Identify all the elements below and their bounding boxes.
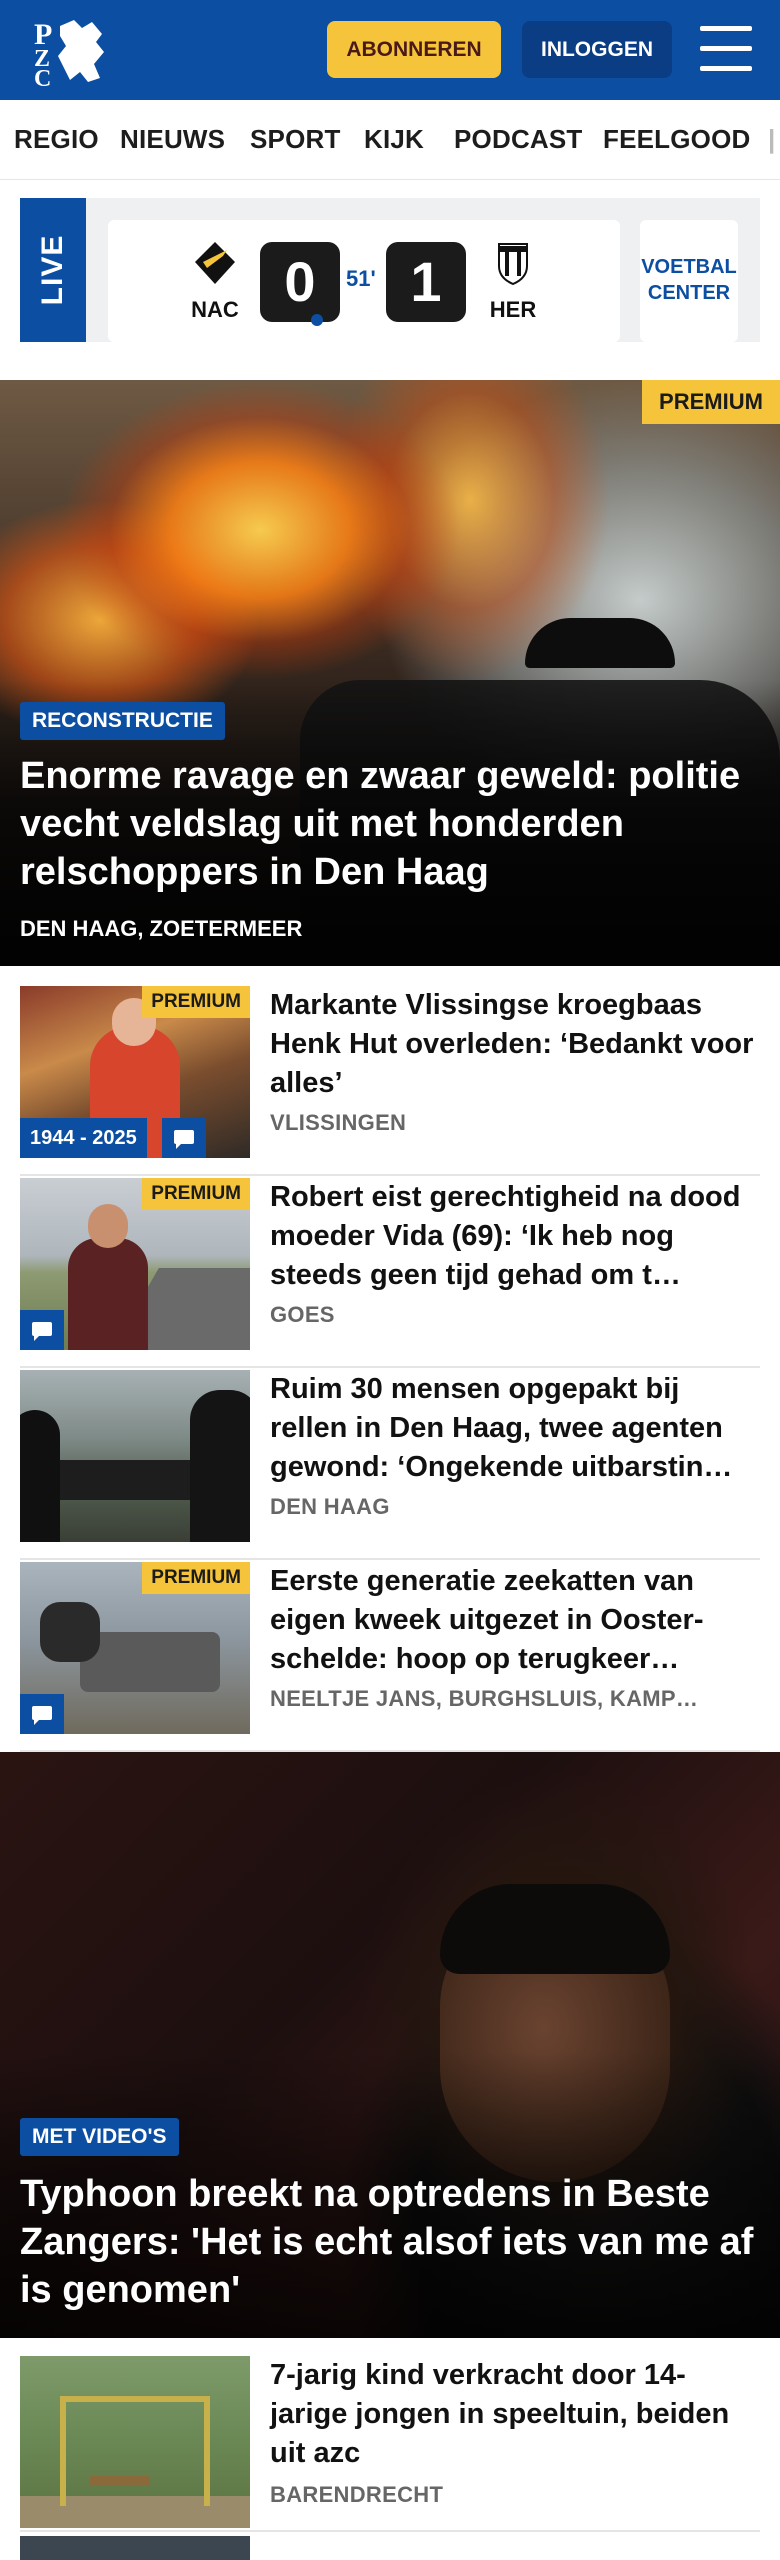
live-score-widget: LIVE NAC 0 51' 1 HER VOETBAL CENTER	[0, 182, 780, 378]
article-location: NEELTJE JANS, BURGHSLUIS, KAMP…	[270, 1686, 699, 1711]
article-title[interactable]: Markante Vlissingse kroegbaas Henk Hut o…	[270, 986, 760, 1103]
live-tag: LIVE	[20, 198, 86, 342]
premium-badge: PREMIUM	[642, 380, 780, 424]
premium-badge: PREMIUM	[142, 1178, 250, 1210]
subscribe-button[interactable]: ABONNEREN	[327, 21, 501, 78]
away-team-name: HER	[489, 297, 537, 322]
list-item[interactable]: PREMIUM 1944 - 2025 Markante Vlissingse …	[20, 986, 760, 1176]
heracles-logo-icon	[498, 243, 528, 286]
live-indicator-dot	[311, 314, 323, 326]
article-title[interactable]: Eerste generatie zeekatten van eigen kwe…	[270, 1562, 760, 1679]
nav-item-regio[interactable]: REGIO	[14, 124, 99, 155]
next-list-item-peek	[0, 2528, 780, 2560]
hero-article[interactable]: PREMIUM RECONSTRUCTIE Enorme ravage en z…	[0, 380, 780, 966]
article-thumbnail: PREMIUM	[20, 1178, 250, 1350]
nav-item-nieuws[interactable]: NIEUWS	[120, 124, 225, 155]
home-score: 0	[260, 242, 340, 322]
hamburger-menu-icon[interactable]	[700, 26, 752, 72]
article-location: GOES	[270, 1302, 335, 1327]
article-location: DEN HAAG	[270, 1494, 390, 1519]
article-title[interactable]: 7-jarig kind verkracht door 14-jarige jo…	[270, 2356, 760, 2473]
comment-icon	[20, 1310, 64, 1350]
svg-text:C: C	[34, 66, 51, 88]
home-team-name: NAC	[191, 297, 239, 322]
premium-badge: PREMIUM	[142, 1562, 250, 1594]
article-thumbnail	[20, 2356, 250, 2528]
article-title[interactable]: Ruim 30 mensen opgepakt bij rellen in De…	[270, 1370, 760, 1487]
hero-image-umbrella	[525, 618, 675, 668]
video-hero-article[interactable]: MET VIDEO'S Typhoon breekt na optredens …	[0, 1752, 780, 2338]
video-hero-title[interactable]: Typhoon breekt na optredens in Beste Zan…	[20, 2170, 770, 2314]
article-title[interactable]: Robert eist gerechtigheid na dood moeder…	[270, 1178, 760, 1295]
hero-category-badge: RECONSTRUCTIE	[20, 702, 225, 740]
years-badge: 1944 - 2025	[20, 1118, 147, 1158]
nac-logo-icon	[195, 242, 235, 284]
home-team: NAC	[180, 240, 250, 323]
nav-item-sport[interactable]: SPORT	[250, 124, 341, 155]
pzc-logo[interactable]: P Z C	[30, 12, 110, 92]
comment-icon	[162, 1118, 206, 1158]
hero-location: DEN HAAG, ZOETERMEER	[20, 916, 303, 941]
away-team: HER	[478, 240, 548, 323]
nav-item-kijk[interactable]: KIJK	[364, 124, 424, 155]
hero-title[interactable]: Enorme ravage en zwaar geweld: politie v…	[20, 752, 760, 896]
article-location: BARENDRECHT	[270, 2482, 444, 2507]
article-location: VLISSINGEN	[270, 1110, 407, 1135]
nav-item-overflow[interactable]: |	[768, 124, 775, 155]
login-button[interactable]: INLOGGEN	[522, 21, 672, 78]
article-thumbnail: PREMIUM 1944 - 2025	[20, 986, 250, 1158]
nav-item-podcast[interactable]: PODCAST	[454, 124, 583, 155]
list-item[interactable]: PREMIUM Robert eist gerechtigheid na doo…	[20, 1178, 760, 1368]
nav-item-feelgood[interactable]: FEELGOOD	[603, 124, 751, 155]
list-item[interactable]: PREMIUM Eerste generatie zeekatten van e…	[20, 1562, 760, 1752]
list-item[interactable]: Ruim 30 mensen opgepakt bij rellen in De…	[20, 1370, 760, 1560]
premium-badge: PREMIUM	[142, 986, 250, 1018]
article-thumbnail	[20, 1370, 250, 1542]
section-nav: REGIO NIEUWS SPORT KIJK PODCAST FEELGOOD…	[0, 100, 780, 180]
list-item[interactable]: 7-jarig kind verkracht door 14-jarige jo…	[20, 2356, 760, 2532]
away-score: 1	[386, 242, 466, 322]
article-thumbnail: PREMIUM	[20, 1562, 250, 1734]
video-badge: MET VIDEO'S	[20, 2118, 179, 2156]
score-card[interactable]: NAC 0 51' 1 HER	[108, 220, 620, 342]
site-header: P Z C ABONNEREN INLOGGEN	[0, 0, 780, 100]
voetbal-center-link[interactable]: VOETBAL CENTER	[640, 220, 738, 342]
match-minute: 51'	[346, 266, 376, 291]
comment-icon	[20, 1694, 64, 1734]
